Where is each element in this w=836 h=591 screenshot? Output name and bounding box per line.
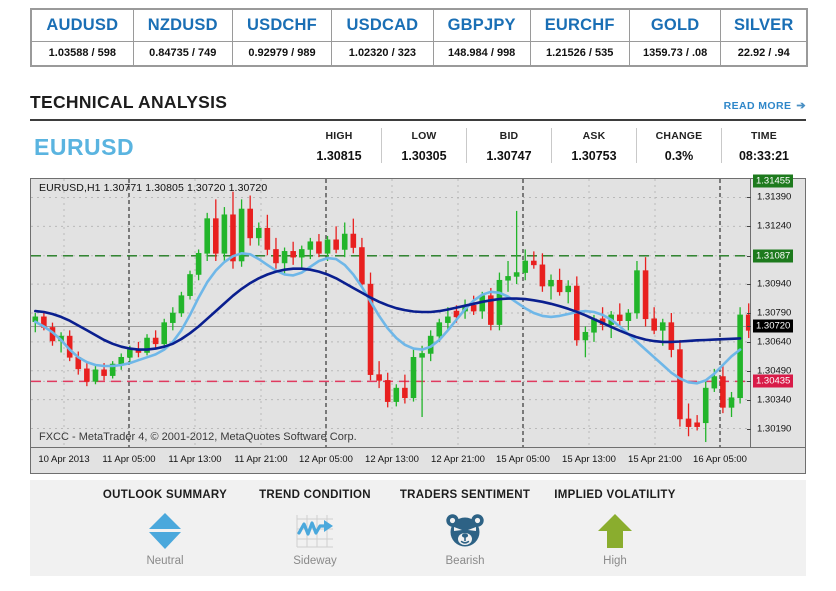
stat-label: TIME: [751, 130, 777, 142]
price-tick: [747, 428, 751, 430]
chart-watermark: FXCC - MetaTrader 4, © 2001-2012, MetaQu…: [39, 431, 357, 443]
price-axis: 1.31390 1.31240 1.31087 1.30940 1.30790 1.307…: [747, 174, 805, 447]
ticker-symbol-usdchf[interactable]: USDCHF: [231, 9, 333, 42]
ticker-quote-audusd: 1.03588 / 598: [31, 41, 134, 66]
price-tick: [747, 341, 751, 343]
stat-value: 1.30305: [401, 149, 447, 163]
price-label-1.30940: 1.30940: [757, 278, 792, 290]
ticker-quote-gold: 1359.73 / .08: [628, 41, 722, 66]
time-label-1: 11 Apr 05:00: [102, 454, 156, 465]
read-more-link[interactable]: READ MORE ➔: [724, 99, 806, 112]
time-label-10: 16 Apr 05:00: [693, 454, 747, 465]
price-label-1.30720: 1.30720: [753, 319, 794, 333]
time-label-6: 12 Apr 21:00: [431, 454, 485, 465]
quote-stats: HIGH 1.30815 LOW 1.30305 BID 1.30747 ASK 1.3075…: [297, 128, 806, 163]
stat-value: 1.30753: [571, 149, 617, 163]
ticker-symbol-gbpjpy[interactable]: GBPJPY: [432, 9, 531, 42]
ticker-value-row: 1.03588 / 598 0.84735 / 749 0.92979 / 989 1…: [31, 41, 807, 66]
price-tick: [747, 255, 751, 257]
ticker-quote-nzdusd: 0.84735 / 749: [132, 41, 233, 66]
price-label-1.30640: 1.30640: [757, 336, 792, 348]
ticker-symbol-usdcad[interactable]: USDCAD: [331, 9, 434, 42]
stat-value: 1.30815: [316, 149, 362, 163]
time-label-8: 15 Apr 13:00: [562, 454, 616, 465]
quote-strip: EURUSD HIGH 1.30815 LOW 1.30305 BID 1.30747 AS…: [30, 128, 806, 174]
ticker-symbol-nzdusd[interactable]: NZDUSD: [132, 9, 233, 42]
price-tick: [747, 197, 751, 199]
stat-value: 0.3%: [664, 149, 694, 163]
candlestick-svg: [31, 179, 753, 447]
chart-ohlc-header: EURUSD,H1 1.30771 1.30805 1.30720 1.3072…: [39, 182, 268, 194]
stat-bid: BID 1.30747: [466, 128, 551, 163]
price-tick: [747, 370, 751, 372]
ticker-symbol-eurchf[interactable]: EURCHF: [529, 9, 630, 42]
stat-label: LOW: [411, 130, 437, 142]
price-tick: [747, 226, 751, 228]
stat-label: BID: [499, 130, 519, 142]
arrow-right-icon: ➔: [796, 100, 806, 112]
time-label-9: 15 Apr 21:00: [628, 454, 682, 465]
ticker-symbol-audusd[interactable]: AUDUSD: [31, 9, 134, 42]
price-tick: [747, 313, 751, 314]
price-tick: [747, 326, 751, 328]
up-arrow-icon: [525, 509, 705, 553]
price-label-1.30435: 1.30435: [753, 374, 794, 388]
currency-ticker-table: AUDUSD NZDUSD USDCHF USDCAD GBPJPY EURCHF GOLD…: [30, 8, 808, 67]
time-label-7: 15 Apr 05:00: [496, 454, 550, 465]
price-label-1.31087: 1.31087: [753, 249, 794, 263]
price-tick: [747, 381, 751, 383]
stat-time: TIME 08:33:21: [721, 128, 806, 163]
stat-high: HIGH 1.30815: [297, 128, 381, 163]
ticker-symbol-silver[interactable]: SILVER: [720, 9, 807, 42]
ticker-quote-gbpjpy: 148.984 / 998: [432, 41, 531, 66]
price-tick: [747, 284, 751, 286]
header-divider: [30, 119, 806, 121]
time-label-3: 11 Apr 21:00: [234, 454, 288, 465]
technical-analysis-page: AUDUSD NZDUSD USDCHF USDCAD GBPJPY EURCHF GOLD…: [0, 0, 836, 591]
indicator-implied-volatility[interactable]: IMPLIED VOLATILITY High: [525, 480, 705, 567]
price-label-1.31455: 1.31455: [753, 174, 794, 188]
price-label-1.30340: 1.30340: [757, 394, 792, 406]
ticker-symbol-gold[interactable]: GOLD: [628, 9, 722, 42]
ticker-quote-usdchf: 0.92979 / 989: [231, 41, 333, 66]
stat-ask: ASK 1.30753: [551, 128, 636, 163]
ticker-quote-eurchf: 1.21526 / 535: [529, 41, 630, 66]
stat-change: CHANGE 0.3%: [636, 128, 721, 163]
indicator-value: High: [603, 555, 627, 567]
price-label-1.31240: 1.31240: [757, 220, 792, 232]
read-more-label: READ MORE: [723, 100, 792, 112]
time-label-2: 11 Apr 13:00: [168, 454, 222, 465]
time-label-5: 12 Apr 13:00: [365, 454, 419, 465]
ticker-quote-silver: 22.92 / .94: [720, 41, 807, 66]
time-axis: 10 Apr 2013 11 Apr 05:00 11 Apr 13:00 11 Ap…: [31, 447, 805, 473]
price-tick: [747, 399, 751, 401]
stat-low: LOW 1.30305: [381, 128, 466, 163]
stat-value: 1.30747: [486, 149, 532, 163]
selected-pair-title: EURUSD: [34, 134, 135, 160]
price-label-1.30190: 1.30190: [757, 423, 792, 435]
section-header: TECHNICAL ANALYSIS READ MORE ➔: [30, 92, 806, 113]
price-label-1.31390: 1.31390: [757, 191, 792, 203]
price-chart[interactable]: EURUSD,H1 1.30771 1.30805 1.30720 1.3072…: [30, 174, 806, 474]
ticker-symbol-row: AUDUSD NZDUSD USDCHF USDCAD GBPJPY EURCHF GOLD…: [31, 9, 807, 42]
stat-label: HIGH: [325, 130, 353, 142]
stat-label: CHANGE: [655, 130, 703, 142]
time-label-4: 12 Apr 05:00: [299, 454, 353, 465]
stat-value: 08:33:21: [738, 149, 790, 163]
price-label-1.30790: 1.30790: [757, 307, 792, 319]
stat-label: ASK: [582, 130, 606, 142]
time-label-0: 10 Apr 2013: [38, 454, 90, 465]
indicator-title: IMPLIED VOLATILITY: [554, 489, 676, 501]
ticker-quote-usdcad: 1.02320 / 323: [331, 41, 434, 66]
indicator-panel: OUTLOOK SUMMARY Neutral TREND CONDITION Si…: [30, 480, 806, 576]
chart-plot-area[interactable]: EURUSD,H1 1.30771 1.30805 1.30720 1.3072…: [31, 179, 753, 447]
page-title: TECHNICAL ANALYSIS: [30, 92, 228, 112]
